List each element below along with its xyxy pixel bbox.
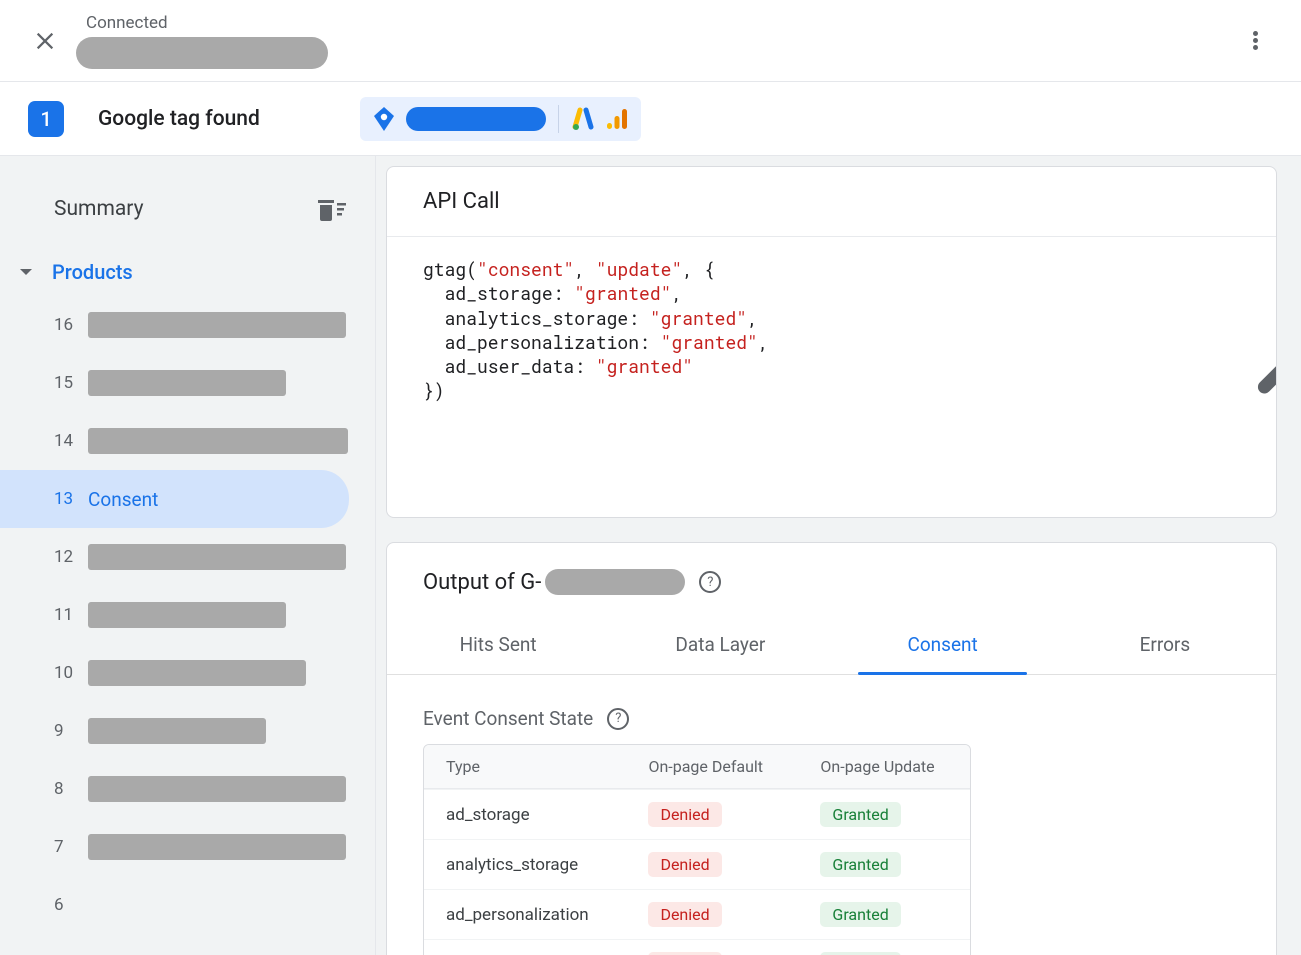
content-pane: API Call gtag("consent", "update", { ad_… [376, 156, 1301, 955]
event-list: 16 15 14 13Consent 12 11 10 9 8 7 6 [0, 296, 375, 934]
output-help-button[interactable]: ? [699, 571, 721, 593]
close-icon [34, 30, 56, 52]
api-call-card: API Call gtag("consent", "update", { ad_… [386, 166, 1277, 518]
table-row: ad_storageDeniedGranted [424, 789, 970, 839]
event-number: 14 [54, 431, 88, 451]
tag-chip[interactable] [360, 97, 641, 141]
close-button[interactable] [32, 28, 58, 54]
event-label-redacted [88, 370, 286, 396]
table-row: analytics_storageDeniedGranted [424, 839, 970, 889]
output-title-prefix: Output of G- [423, 570, 541, 595]
consent-state-subhead: Event Consent State ? [387, 675, 1276, 744]
consent-default: Denied [626, 789, 798, 839]
api-call-header: API Call [387, 167, 1276, 237]
consent-type: analytics_storage [424, 839, 626, 889]
output-tabs: Hits SentData LayerConsentErrors [387, 615, 1276, 675]
event-label-redacted [88, 776, 346, 802]
event-number: 7 [54, 837, 88, 857]
clear-events-button[interactable] [315, 196, 347, 222]
consent-update: Granted [798, 839, 970, 889]
sidebar: Summary Products 16 15 14 13Consent 12 11 10 9 8… [0, 156, 376, 955]
consent-default: Denied [626, 889, 798, 939]
tag-found-row: 1 Google tag found [0, 82, 1301, 156]
table-row: ad_user_dataDeniedGranted [424, 939, 970, 955]
event-label: Consent [88, 488, 158, 511]
top-bar: Connected [0, 0, 1301, 82]
collapse-code-button[interactable] [1102, 416, 1277, 464]
event-item[interactable]: 7 [0, 818, 375, 876]
event-item[interactable]: 8 [0, 760, 375, 818]
main-area: Summary Products 16151413Consent12111098… [0, 156, 1301, 955]
consent-default: Denied [626, 939, 798, 955]
event-item[interactable]: 14 [0, 412, 375, 470]
google-analytics-icon [605, 107, 629, 131]
chevron-up-icon [1232, 306, 1277, 436]
event-label-redacted [88, 428, 348, 454]
consent-type: ad_personalization [424, 889, 626, 939]
event-item[interactable]: 15 [0, 354, 375, 412]
connection-status: Connected [86, 13, 328, 33]
event-label-redacted [88, 544, 346, 570]
event-label-redacted [88, 312, 346, 338]
api-call-code-text: gtag("consent", "update", { ad_storage: … [423, 257, 1102, 489]
consent-default: Denied [626, 839, 798, 889]
event-item[interactable]: 11 [0, 586, 375, 644]
event-number: 8 [54, 779, 88, 799]
event-number: 10 [54, 663, 88, 683]
event-number: 13 [54, 489, 88, 509]
consent-update: Granted [798, 889, 970, 939]
overflow-menu-button[interactable] [1237, 23, 1273, 59]
chip-separator [558, 105, 559, 133]
event-item[interactable]: 9 [0, 702, 375, 760]
tab-data-layer[interactable]: Data Layer [609, 615, 831, 674]
consent-state-help-button[interactable]: ? [607, 708, 629, 730]
tab-hits-sent[interactable]: Hits Sent [387, 615, 609, 674]
event-label-redacted [88, 718, 266, 744]
api-call-title: API Call [423, 189, 500, 214]
tag-found-title: Google tag found [98, 107, 260, 131]
event-item-consent[interactable]: 13Consent [0, 470, 349, 528]
tag-id-redacted [406, 107, 546, 131]
event-item[interactable]: 6 [0, 876, 375, 934]
output-card: Output of G- ? Hits SentData LayerConsen… [386, 542, 1277, 955]
trash-icon [315, 196, 347, 222]
table-header: On-page Default [626, 745, 798, 789]
caret-down-icon [18, 264, 34, 280]
tag-count-badge: 1 [28, 101, 64, 137]
consent-state-table: TypeOn-page DefaultOn-page Update ad_sto… [423, 744, 971, 955]
products-section-label: Products [52, 260, 133, 284]
event-item[interactable]: 10 [0, 644, 375, 702]
table-header: On-page Update [798, 745, 970, 789]
event-number: 11 [54, 605, 88, 625]
consent-update: Granted [798, 939, 970, 955]
consent-type: ad_user_data [424, 939, 626, 955]
event-item[interactable]: 16 [0, 296, 375, 354]
event-number: 16 [54, 315, 88, 335]
connection-url-redacted [76, 37, 328, 69]
table-header: Type [424, 745, 626, 789]
api-call-code: gtag("consent", "update", { ad_storage: … [387, 237, 1276, 517]
google-tag-icon [372, 106, 396, 132]
event-label-redacted [88, 834, 346, 860]
table-row: ad_personalizationDeniedGranted [424, 889, 970, 939]
consent-type: ad_storage [424, 789, 626, 839]
output-id-redacted [545, 569, 685, 595]
consent-state-label: Event Consent State [423, 707, 593, 730]
summary-row[interactable]: Summary [0, 180, 375, 238]
products-section-toggle[interactable]: Products [0, 238, 375, 296]
output-header: Output of G- ? [387, 543, 1276, 599]
event-label-redacted [88, 602, 286, 628]
consent-update: Granted [798, 789, 970, 839]
event-number: 15 [54, 373, 88, 393]
event-label-redacted [88, 660, 306, 686]
event-number: 6 [54, 895, 88, 915]
event-item[interactable]: 12 [0, 528, 375, 586]
google-ads-icon [571, 107, 595, 131]
connection-block: Connected [76, 13, 328, 69]
tab-errors[interactable]: Errors [1054, 615, 1276, 674]
tab-consent[interactable]: Consent [832, 615, 1054, 674]
summary-label: Summary [54, 197, 144, 221]
event-number: 12 [54, 547, 88, 567]
event-number: 9 [54, 721, 88, 741]
